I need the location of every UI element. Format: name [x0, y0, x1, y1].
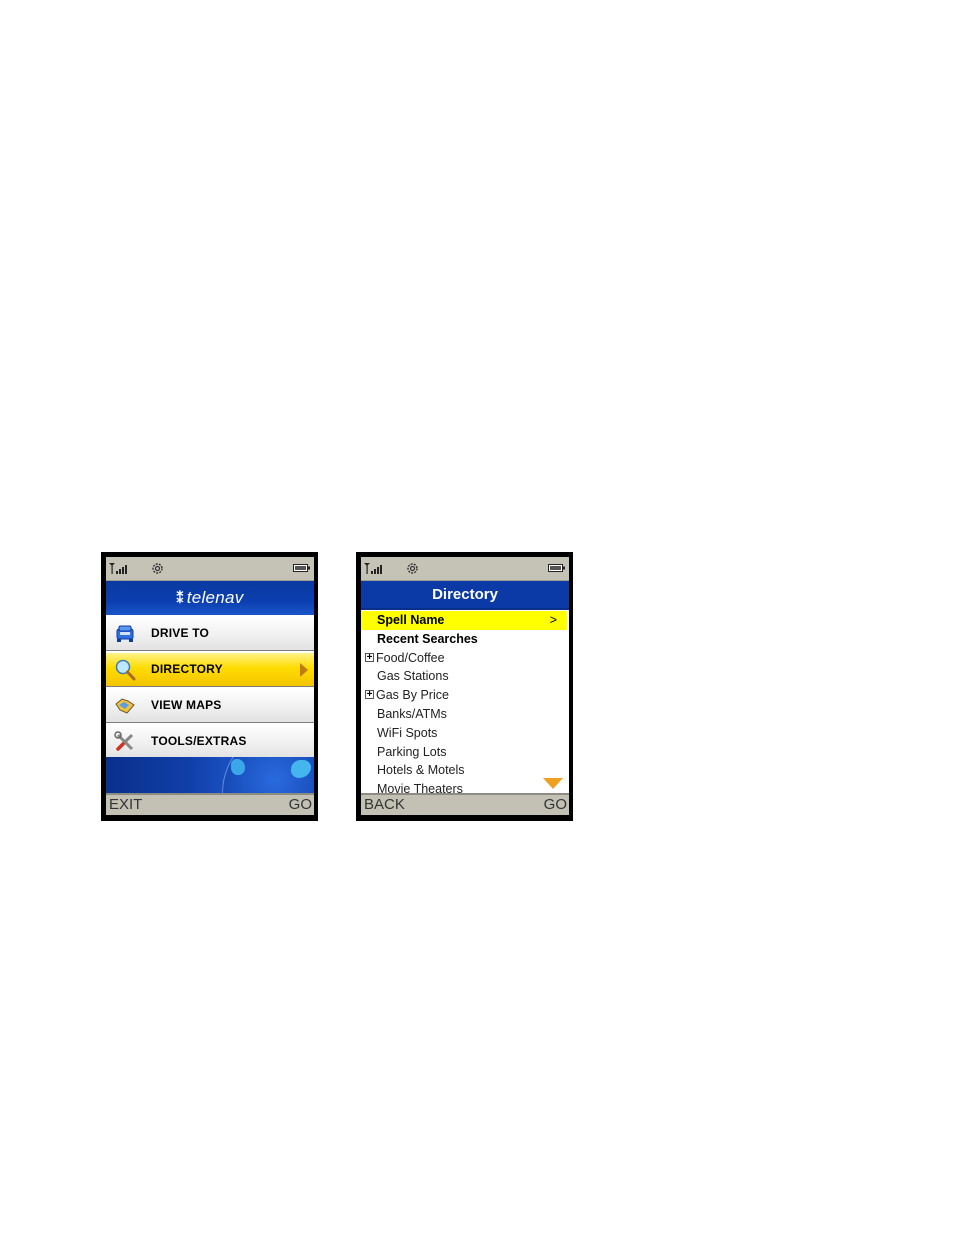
directory-list[interactable]: Spell Name > Recent Searches + Food/Coff…: [361, 611, 569, 793]
softkey-bar: BACK GO: [361, 793, 569, 815]
signal-bars-icon: [109, 563, 127, 574]
scroll-down-arrow-icon[interactable]: [543, 778, 563, 789]
list-item-label: Parking Lots: [377, 744, 447, 759]
list-item-label: Banks/ATMs: [377, 706, 447, 721]
list-item-parking-lots[interactable]: Parking Lots: [361, 743, 569, 762]
list-item-food-coffee[interactable]: + Food/Coffee: [361, 649, 569, 668]
main-menu: DRIVE TO DIRECTORY VIEW MAPS TOOLS/EXTRA…: [106, 617, 314, 761]
menu-label: TOOLS/EXTRAS: [151, 734, 247, 748]
main-menu-screen: ⁑ telenav DRIVE TO DIRECTORY VIEW MAPS T…: [106, 557, 314, 815]
list-item-label: WiFi Spots: [377, 725, 438, 740]
list-item-banks-atms[interactable]: Banks/ATMs: [361, 705, 569, 724]
menu-label: VIEW MAPS: [151, 698, 222, 712]
list-item-wifi-spots[interactable]: WiFi Spots: [361, 724, 569, 743]
car-icon: [116, 625, 134, 642]
logo-mark-icon: ⁑: [176, 590, 184, 606]
list-item-movie-theaters[interactable]: Movie Theaters: [361, 780, 569, 793]
list-item-gas-by-price[interactable]: + Gas By Price: [361, 686, 569, 705]
expand-plus-icon[interactable]: +: [365, 690, 374, 700]
phone-screen-directory: Directory Spell Name > Recent Searches +…: [356, 552, 573, 821]
map-icon: [115, 698, 135, 714]
battery-icon: [548, 564, 565, 572]
gear-icon: [407, 563, 418, 574]
list-item-label: Recent Searches: [377, 631, 478, 646]
status-bar: [106, 557, 314, 581]
tools-icon: [114, 731, 134, 751]
list-item-label: Food/Coffee: [376, 650, 445, 665]
back-softkey[interactable]: BACK: [364, 796, 405, 813]
menu-item-tools-extras[interactable]: TOOLS/EXTRAS: [106, 725, 314, 759]
list-item-gas-stations[interactable]: Gas Stations: [361, 667, 569, 686]
softkey-bar: EXIT GO: [106, 793, 314, 815]
chevron-right-icon: >: [549, 613, 557, 627]
telenav-logo: ⁑ telenav: [176, 588, 244, 607]
go-softkey[interactable]: GO: [544, 796, 567, 813]
globe-background: [106, 757, 314, 795]
globe-landmass: [231, 759, 245, 775]
list-item-label: Spell Name: [377, 613, 445, 627]
menu-item-view-maps[interactable]: VIEW MAPS: [106, 689, 314, 723]
directory-screen: Directory Spell Name > Recent Searches +…: [361, 557, 569, 815]
battery-icon: [293, 564, 310, 572]
list-item-label: Hotels & Motels: [377, 763, 465, 778]
magnifier-icon: [115, 659, 136, 681]
menu-label: DRIVE TO: [151, 626, 210, 640]
selection-arrow-icon: [300, 663, 308, 677]
status-bar: [361, 557, 569, 581]
signal-bars-icon: [364, 563, 382, 574]
list-item-hotels-motels[interactable]: Hotels & Motels: [361, 761, 569, 780]
expand-plus-icon[interactable]: +: [365, 652, 374, 662]
app-header: ⁑ telenav: [106, 581, 314, 615]
gear-icon: [152, 563, 163, 574]
list-item-recent-searches[interactable]: Recent Searches: [361, 630, 569, 649]
menu-item-drive-to[interactable]: DRIVE TO: [106, 617, 314, 651]
phone-screen-main-menu: ⁑ telenav DRIVE TO DIRECTORY VIEW MAPS T…: [101, 552, 318, 821]
exit-softkey[interactable]: EXIT: [109, 796, 142, 813]
list-item-spell-name[interactable]: Spell Name >: [361, 611, 567, 630]
menu-item-directory[interactable]: DIRECTORY: [106, 653, 314, 687]
directory-title: Directory: [361, 581, 569, 610]
menu-label: DIRECTORY: [151, 662, 223, 676]
list-item-label: Movie Theaters: [377, 782, 463, 793]
list-item-label: Gas Stations: [377, 669, 449, 684]
list-item-label: Gas By Price: [376, 688, 449, 703]
go-softkey[interactable]: GO: [289, 796, 312, 813]
